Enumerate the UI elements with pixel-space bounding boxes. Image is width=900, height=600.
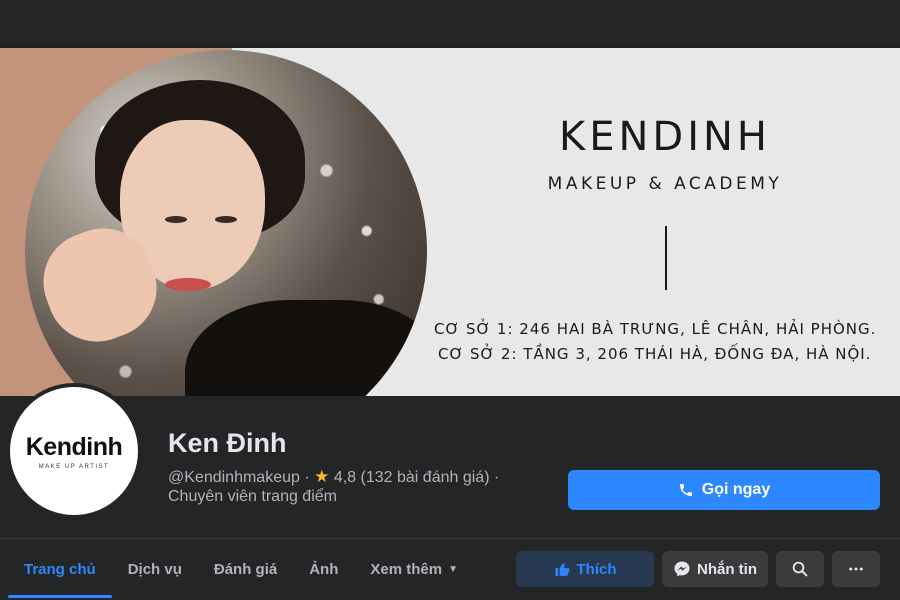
search-icon — [791, 560, 809, 578]
page-search-button[interactable] — [776, 551, 824, 587]
cover-portrait-image — [25, 50, 427, 396]
tab-home[interactable]: Trang chủ — [8, 540, 112, 598]
meta-separator-2: · — [493, 469, 500, 486]
tab-photos[interactable]: Ảnh — [293, 540, 354, 598]
message-button[interactable]: Nhắn tin — [662, 551, 768, 587]
profile-meta: @Kendinhmakeup · ★ 4,8 (132 bài đánh giá… — [168, 467, 499, 487]
tab-reviews-label: Đánh giá — [213, 560, 278, 578]
cover-address-2: CƠ SỞ 2: TẦNG 3, 206 THÁI HÀ, ĐỐNG ĐA, H… — [438, 345, 872, 363]
page-handle[interactable]: @Kendinhmakeup — [168, 469, 300, 486]
cover-brand-name: KENDINH — [558, 114, 772, 160]
review-count[interactable]: (132 bài đánh giá) — [361, 469, 490, 486]
tab-services[interactable]: Dịch vụ — [112, 540, 198, 598]
cover-brand: KENDINH MAKEUP & ACADEMY — [500, 114, 830, 194]
tabs-divider — [0, 538, 900, 539]
avatar-logo-subtitle: MAKE UP ARTIST — [38, 463, 110, 470]
avatar-logo-name: Kendinh — [25, 432, 123, 461]
page-title: Ken Đinh — [168, 428, 287, 458]
tab-home-label: Trang chủ — [24, 560, 96, 578]
like-label: Thích — [576, 560, 617, 578]
cover-divider-line — [665, 226, 667, 290]
cover-brand-subtitle: MAKEUP & ACADEMY — [547, 174, 783, 194]
tab-more-label: Xem thêm — [370, 560, 443, 578]
page-tabs: Trang chủ Dịch vụ Đánh giá Ảnh Xem thêm ▼ — [8, 540, 474, 598]
tab-photos-label: Ảnh — [309, 560, 339, 578]
thumbs-up-icon — [554, 561, 571, 578]
caret-down-icon: ▼ — [448, 563, 458, 575]
phone-icon — [678, 482, 694, 498]
call-now-label: Gọi ngay — [701, 481, 771, 498]
call-now-button[interactable]: Gọi ngay — [568, 470, 880, 510]
profile-avatar[interactable]: Kendinh MAKE UP ARTIST — [6, 383, 142, 519]
rating-value: 4,8 — [333, 469, 357, 486]
more-options-button[interactable] — [832, 551, 880, 587]
tab-reviews[interactable]: Đánh giá — [198, 540, 293, 598]
messenger-icon — [673, 560, 691, 578]
page: KENDINH MAKEUP & ACADEMY CƠ SỞ 1: 246 HA… — [0, 0, 900, 600]
tab-more[interactable]: Xem thêm ▼ — [354, 540, 474, 598]
page-category: Chuyên viên trang điểm — [168, 488, 337, 505]
star-icon: ★ — [314, 467, 330, 486]
meta-separator: · — [304, 469, 310, 486]
top-bar — [0, 0, 900, 47]
cover-photo[interactable]: KENDINH MAKEUP & ACADEMY — [0, 48, 900, 396]
more-icon — [847, 560, 865, 578]
message-label: Nhắn tin — [697, 560, 757, 578]
cover-address-1: CƠ SỞ 1: 246 HAI BÀ TRƯNG, LÊ CHÂN, HẢI … — [434, 320, 877, 338]
tab-services-label: Dịch vụ — [127, 560, 182, 578]
like-button[interactable]: Thích — [516, 551, 654, 587]
